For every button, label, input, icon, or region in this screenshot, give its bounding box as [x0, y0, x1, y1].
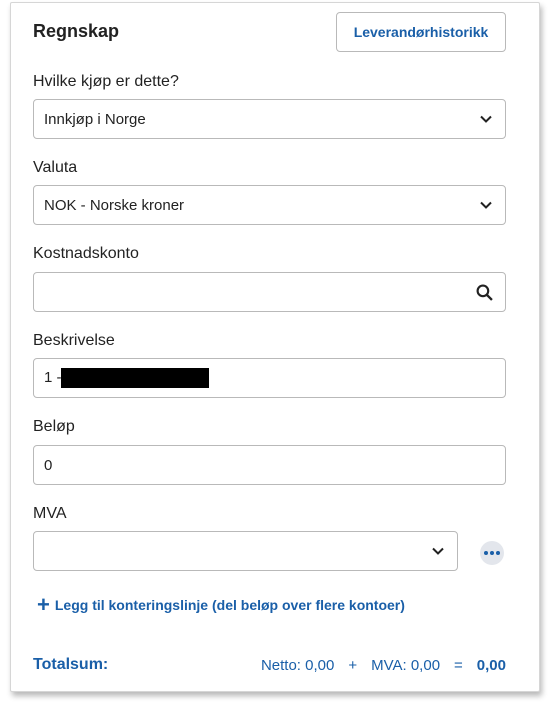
- description-label: Beskrivelse: [33, 332, 115, 349]
- vat-label: MVA: [33, 505, 67, 522]
- search-icon[interactable]: [476, 284, 493, 301]
- cost-account-label: Kostnadskonto: [33, 245, 139, 262]
- amount-value: 0: [44, 456, 53, 474]
- total-row: Totalsum: Netto: 0,00 + MVA: 0,00 = 0,00: [33, 656, 506, 674]
- chevron-down-icon: [480, 115, 492, 123]
- purchase-type-label: Hvilke kjøp er dette?: [33, 73, 179, 90]
- panel-title: Regnskap: [33, 21, 120, 41]
- cost-account-search[interactable]: [33, 272, 506, 312]
- dot: [496, 551, 501, 555]
- vat-select[interactable]: [33, 531, 458, 571]
- purchase-type-select[interactable]: Innkjøp i Norge: [33, 99, 506, 139]
- currency-value: NOK - Norske kroner: [44, 196, 185, 214]
- amount-input[interactable]: 0: [33, 445, 506, 485]
- add-posting-line-label: Legg til konteringslinje (del beløp over…: [54, 597, 405, 613]
- total-label: Totalsum:: [33, 656, 109, 673]
- chevron-down-icon: [432, 547, 444, 555]
- accounting-panel: Regnskap Leverandørhistorikk Hvilke kjøp…: [10, 2, 540, 692]
- redacted-block: [60, 368, 209, 388]
- supplier-history-button[interactable]: Leverandørhistorikk: [336, 12, 506, 52]
- add-posting-line-link[interactable]: + Legg til konteringslinje (del beløp ov…: [37, 592, 405, 617]
- purchase-type-value: Innkjøp i Norge: [44, 110, 146, 128]
- netto-amount: Netto: 0,00: [260, 656, 335, 674]
- plus-sign: +: [348, 656, 358, 674]
- equals-sign: =: [454, 656, 463, 674]
- dot: [483, 551, 488, 555]
- description-input[interactable]: 1 -: [33, 358, 506, 398]
- description-prefix: 1 -: [44, 368, 62, 386]
- vat-amount: MVA: 0,00: [371, 656, 441, 674]
- description-value: 1 -: [44, 368, 495, 388]
- total-sum: 0,00: [476, 656, 506, 674]
- amount-label: Beløp: [33, 418, 75, 435]
- currency-select[interactable]: NOK - Norske kroner: [33, 185, 506, 225]
- currency-label: Valuta: [33, 159, 78, 176]
- more-options-button[interactable]: [480, 541, 504, 565]
- chevron-down-icon: [480, 201, 492, 209]
- plus-icon: +: [37, 592, 50, 617]
- dot: [490, 551, 494, 555]
